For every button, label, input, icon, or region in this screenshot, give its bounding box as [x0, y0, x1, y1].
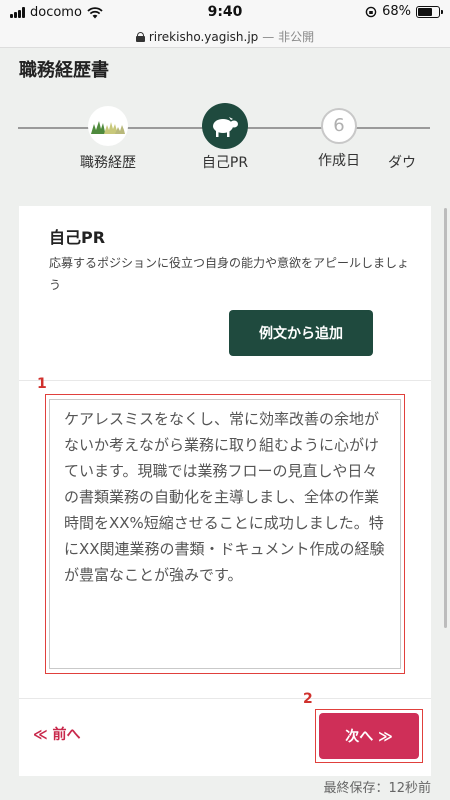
self-pr-card: 自己PR 応募するポジションに役立つ自身の能力や意欲をアピールしましょう 例文か… [19, 206, 431, 776]
step-self-pr[interactable]: 自己PR [170, 100, 280, 172]
url-suffix: — 非公開 [262, 30, 315, 44]
step-label: 自己PR [201, 155, 249, 171]
add-example-button[interactable]: 例文から追加 [229, 310, 373, 356]
step-label: 作成日 [318, 153, 360, 169]
self-pr-textarea[interactable]: ケアレスミスをなくし、常に効率改善の余地がないか考えながら業務に取り組むように心… [49, 399, 401, 669]
url-domain: rirekisho.yagish.jp [148, 29, 259, 44]
battery-icon [416, 5, 443, 18]
page-title: 職務経歴書 [19, 60, 109, 81]
step-download[interactable]: ダウ [388, 100, 448, 172]
address-bar[interactable]: rirekisho.yagish.jp — 非公開 [0, 26, 450, 48]
annotation-marker-1: 1 [37, 376, 47, 392]
lock-icon [135, 31, 145, 42]
step-created-date[interactable]: 6 作成日 [284, 100, 394, 170]
section-description: 応募するポジションに役立つ自身の能力や意欲をアピールしましょう [49, 256, 410, 292]
divider [19, 698, 431, 699]
last-saved-text: 最終保存：12秒前 [323, 781, 431, 796]
sheep-icon [202, 103, 248, 149]
step-label: 職務経歴 [80, 155, 136, 171]
prev-button[interactable]: ≪ 前へ [33, 724, 81, 744]
scrollbar[interactable] [444, 208, 447, 628]
step-number: 6 [321, 108, 357, 144]
rotation-lock-icon [365, 6, 377, 17]
grass-icon [88, 106, 128, 146]
battery-percent: 68% [382, 4, 411, 19]
progress-stepper: 職務経歴 自己PR 6 作成日 ダウ [0, 100, 450, 180]
divider [19, 380, 431, 381]
step-label: ダウ [388, 155, 416, 171]
next-button[interactable]: 次へ ≫ [319, 713, 419, 759]
step-job-history[interactable]: 職務経歴 [53, 100, 163, 172]
status-bar: docomo 9:40 68% [0, 0, 450, 26]
status-right: 68% [365, 4, 443, 19]
annotation-marker-2: 2 [303, 691, 313, 707]
section-title: 自己PR [49, 228, 106, 247]
